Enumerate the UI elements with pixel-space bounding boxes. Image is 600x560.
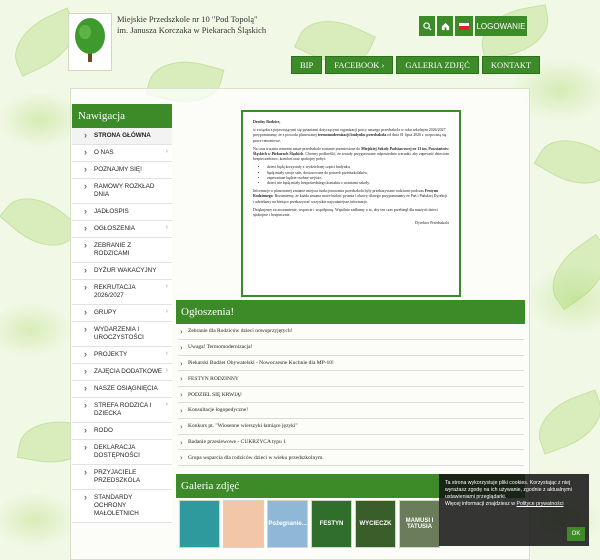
search-icon	[422, 21, 432, 31]
sidebar-item[interactable]: WYDARZENIA I UROCZYSTOŚCI	[72, 322, 172, 347]
notice-greeting: Drodzy Rodzice,	[253, 120, 281, 124]
sidebar-item-label: WYDARZENIA I UROCZYSTOŚCI	[94, 326, 144, 341]
sidebar-item[interactable]: GRUPY ›	[72, 305, 172, 322]
chevron-right-icon: ›	[165, 308, 168, 315]
announcement-link[interactable]: Zebranie dla Rodziców dzieci nowoprzyjęt…	[178, 324, 524, 340]
sidebar-item[interactable]: RODO	[72, 423, 172, 440]
sidebar-item[interactable]: STREFA RODZICA I DZIECKA ›	[72, 398, 172, 423]
announcement-link[interactable]: Uwaga! Termomodernizacja!	[178, 340, 524, 356]
nav-kontakt[interactable]: KONTAKT	[481, 56, 541, 74]
privacy-policy-link[interactable]: Polityce prywatności	[517, 501, 564, 507]
cookie-ok-button[interactable]: OK	[567, 527, 585, 541]
sidebar-item-label: RAMOWY ROZKŁAD DNIA	[94, 183, 155, 198]
sidebar-item-label: STRONA GŁÓWNA	[94, 132, 151, 139]
sidebar-item-label: PROJEKTY	[94, 351, 128, 358]
sidebar-item-label: DEKLARACJA DOSTĘPNOŚCI	[94, 444, 140, 459]
sidebar-item[interactable]: RAMOWY ROZKŁAD DNIA	[72, 179, 172, 204]
chevron-right-icon: ›	[165, 350, 168, 357]
cookie-text: Ta strona wykorzystuje pliki cookies. Ko…	[445, 480, 572, 500]
announcement-link[interactable]: Konkurs pt. "Wiosenne wierszyki łamiące …	[178, 419, 524, 435]
language-button[interactable]	[455, 16, 473, 36]
sidebar-item[interactable]: NASZE OSIĄGNIĘCIA	[72, 381, 172, 398]
chevron-right-icon: ›	[165, 148, 168, 155]
sidebar-item[interactable]: PROJEKTY ›	[72, 347, 172, 364]
sidebar-item[interactable]: POZNAJMY SIĘ!	[72, 162, 172, 179]
sidebar-item-label: O NAS	[94, 149, 114, 156]
sidebar-item[interactable]: OGŁOSZENIA ›	[72, 221, 172, 238]
sidebar-item[interactable]: DYŻUR WAKACYJNY	[72, 263, 172, 280]
gallery-thumbnail[interactable]: WYCIECZK	[355, 500, 396, 548]
sidebar-item-label: REKRUTACJA 2026/2027	[94, 284, 136, 299]
sidebar-item[interactable]: STRONA GŁÓWNA	[72, 128, 172, 145]
announcement-link[interactable]: FESTYN RODZINNY	[178, 371, 524, 388]
sidebar-title: Nawigacja	[72, 104, 172, 128]
notice-p4: Dziękujemy za zrozumienie, wsparcie i ws…	[253, 207, 438, 218]
sidebar-item[interactable]: REKRUTACJA 2026/2027 ›	[72, 280, 172, 305]
gallery-thumbnail[interactable]	[179, 500, 220, 548]
tree-logo[interactable]	[68, 13, 112, 71]
notice-bullet: dzieci nie będą miały bezpośredniego kon…	[267, 181, 449, 186]
cookie-banner: Ta strona wykorzystuje pliki cookies. Ko…	[439, 474, 589, 546]
login-button[interactable]: LOGOWANIE	[475, 16, 527, 36]
sidebar-item-label: DYŻUR WAKACYJNY	[94, 267, 157, 274]
tree-icon	[75, 18, 105, 62]
chevron-right-icon: ›	[165, 401, 168, 408]
sidebar-item[interactable]: O NAS ›	[72, 145, 172, 162]
notice-p1: w związku z pojawiającymi się pytaniami …	[253, 128, 447, 143]
polish-flag-icon	[459, 22, 469, 30]
gallery-thumbnail[interactable]: MAMUSI I TATUSIA	[399, 500, 440, 548]
sidebar-item-label: POZNAJMY SIĘ!	[94, 166, 142, 173]
search-button[interactable]	[419, 16, 435, 36]
top-buttons: LOGOWANIE	[419, 16, 527, 36]
nav-facebook[interactable]: FACEBOOK ›	[325, 56, 394, 74]
announcement-link[interactable]: Piekarski Budżet Obywatelski - Nowoczesn…	[178, 356, 524, 372]
gallery-thumbnail[interactable]: FESTYN	[311, 500, 352, 548]
sidebar-item-label: STREFA RODZICA I DZIECKA	[94, 402, 152, 417]
sidebar-item[interactable]: PRZYJACIELE PRZEDSZKOLA	[72, 465, 172, 490]
chevron-right-icon: ›	[165, 367, 168, 374]
sidebar-item-label: RODO	[94, 427, 113, 434]
chevron-right-icon: ›	[165, 224, 168, 231]
announcement-link[interactable]: Konsultacje logopedyczne!	[178, 403, 524, 419]
home-button[interactable]	[437, 16, 453, 36]
announcements-title: Ogłoszenia!	[176, 300, 525, 324]
notice-p2: Na czas trwania remontu nasze przedszkol…	[253, 146, 450, 162]
notice-signature: Dyrektor Przedszkola	[415, 221, 449, 226]
gallery-thumbnail[interactable]	[223, 500, 264, 548]
sidebar-item[interactable]: ZEBRANIE Z RODZICAMI	[72, 238, 172, 263]
nav-bip[interactable]: BIP	[291, 56, 323, 74]
sidebar-item-label: STANDARDY OCHRONY MAŁOLETNICH	[94, 494, 139, 517]
notice-bullets: dzieci będą korzystały z wydzielonej czę…	[267, 165, 449, 186]
sidebar-item-label: NASZE OSIĄGNIĘCIA	[94, 385, 158, 392]
sidebar-nav: Nawigacja STRONA GŁÓWNA O NAS › POZNAJMY SI…	[72, 104, 172, 523]
school-name-line1: Miejskie Przedszkole nr 10 "Pod Topolą"	[117, 14, 258, 24]
sidebar-items: STRONA GŁÓWNA O NAS › POZNAJMY SIĘ! RAMOWY R…	[72, 128, 172, 523]
sidebar-item[interactable]: ZAJĘCIA DODATKOWE›	[72, 364, 172, 381]
announcements-list: Zebranie dla Rodziców dzieci nowoprzyjęt…	[178, 324, 524, 467]
nav-galeria[interactable]: GALERIA ZDJĘĆ	[396, 56, 479, 74]
sidebar-item-label: ZAJĘCIA DODATKOWE	[94, 368, 163, 375]
main-nav: BIP FACEBOOK › GALERIA ZDJĘĆ KONTAKT	[291, 56, 541, 74]
cookie-more: Więcej informacji znajdziesz w Polityce …	[445, 501, 564, 507]
sidebar-item[interactable]: DEKLARACJA DOSTĘPNOŚCI	[72, 440, 172, 465]
announcement-link[interactable]: Grupa wsparcia dla rodziców dzieci w wie…	[178, 450, 524, 467]
sidebar-item[interactable]: STANDARDY OCHRONY MAŁOLETNICH	[72, 490, 172, 523]
gallery-thumbnail[interactable]: Pożegnanie...	[267, 500, 308, 548]
sidebar-item-label: JADŁOSPIS	[94, 208, 129, 215]
site-header: Miejskie Przedszkole nr 10 "Pod Topolą" …	[0, 0, 600, 90]
chevron-right-icon: ›	[165, 283, 168, 290]
sidebar-item-label: ZEBRANIE Z RODZICAMI	[94, 242, 132, 257]
sidebar-item-label: OGŁOSZENIA	[94, 225, 135, 232]
school-name-line2: im. Janusza Korczaka w Piekarach Śląskic…	[117, 25, 267, 35]
notice-p3: Informacje o planowanej zmianie miejsca …	[253, 189, 448, 204]
home-icon	[441, 22, 449, 30]
announcement-link[interactable]: Badanie przesiewowe - CUKRZYCA typu 1	[178, 435, 524, 451]
announcement-link[interactable]: PODZIEL SIĘ KRWIĄ!	[178, 387, 524, 403]
sidebar-item-label: GRUPY	[94, 309, 117, 316]
school-name: Miejskie Przedszkole nr 10 "Pod Topolą" …	[117, 14, 287, 36]
announcement-notice: Drodzy Rodzice, w związku z pojawiającym…	[241, 110, 461, 297]
sidebar-item[interactable]: JADŁOSPIS	[72, 204, 172, 221]
sidebar-item-label: PRZYJACIELE PRZEDSZKOLA	[94, 469, 141, 484]
gallery-thumbnails: Pożegnanie... FESTYN WYCIECZK MAMUSI I TATU…	[179, 500, 440, 548]
